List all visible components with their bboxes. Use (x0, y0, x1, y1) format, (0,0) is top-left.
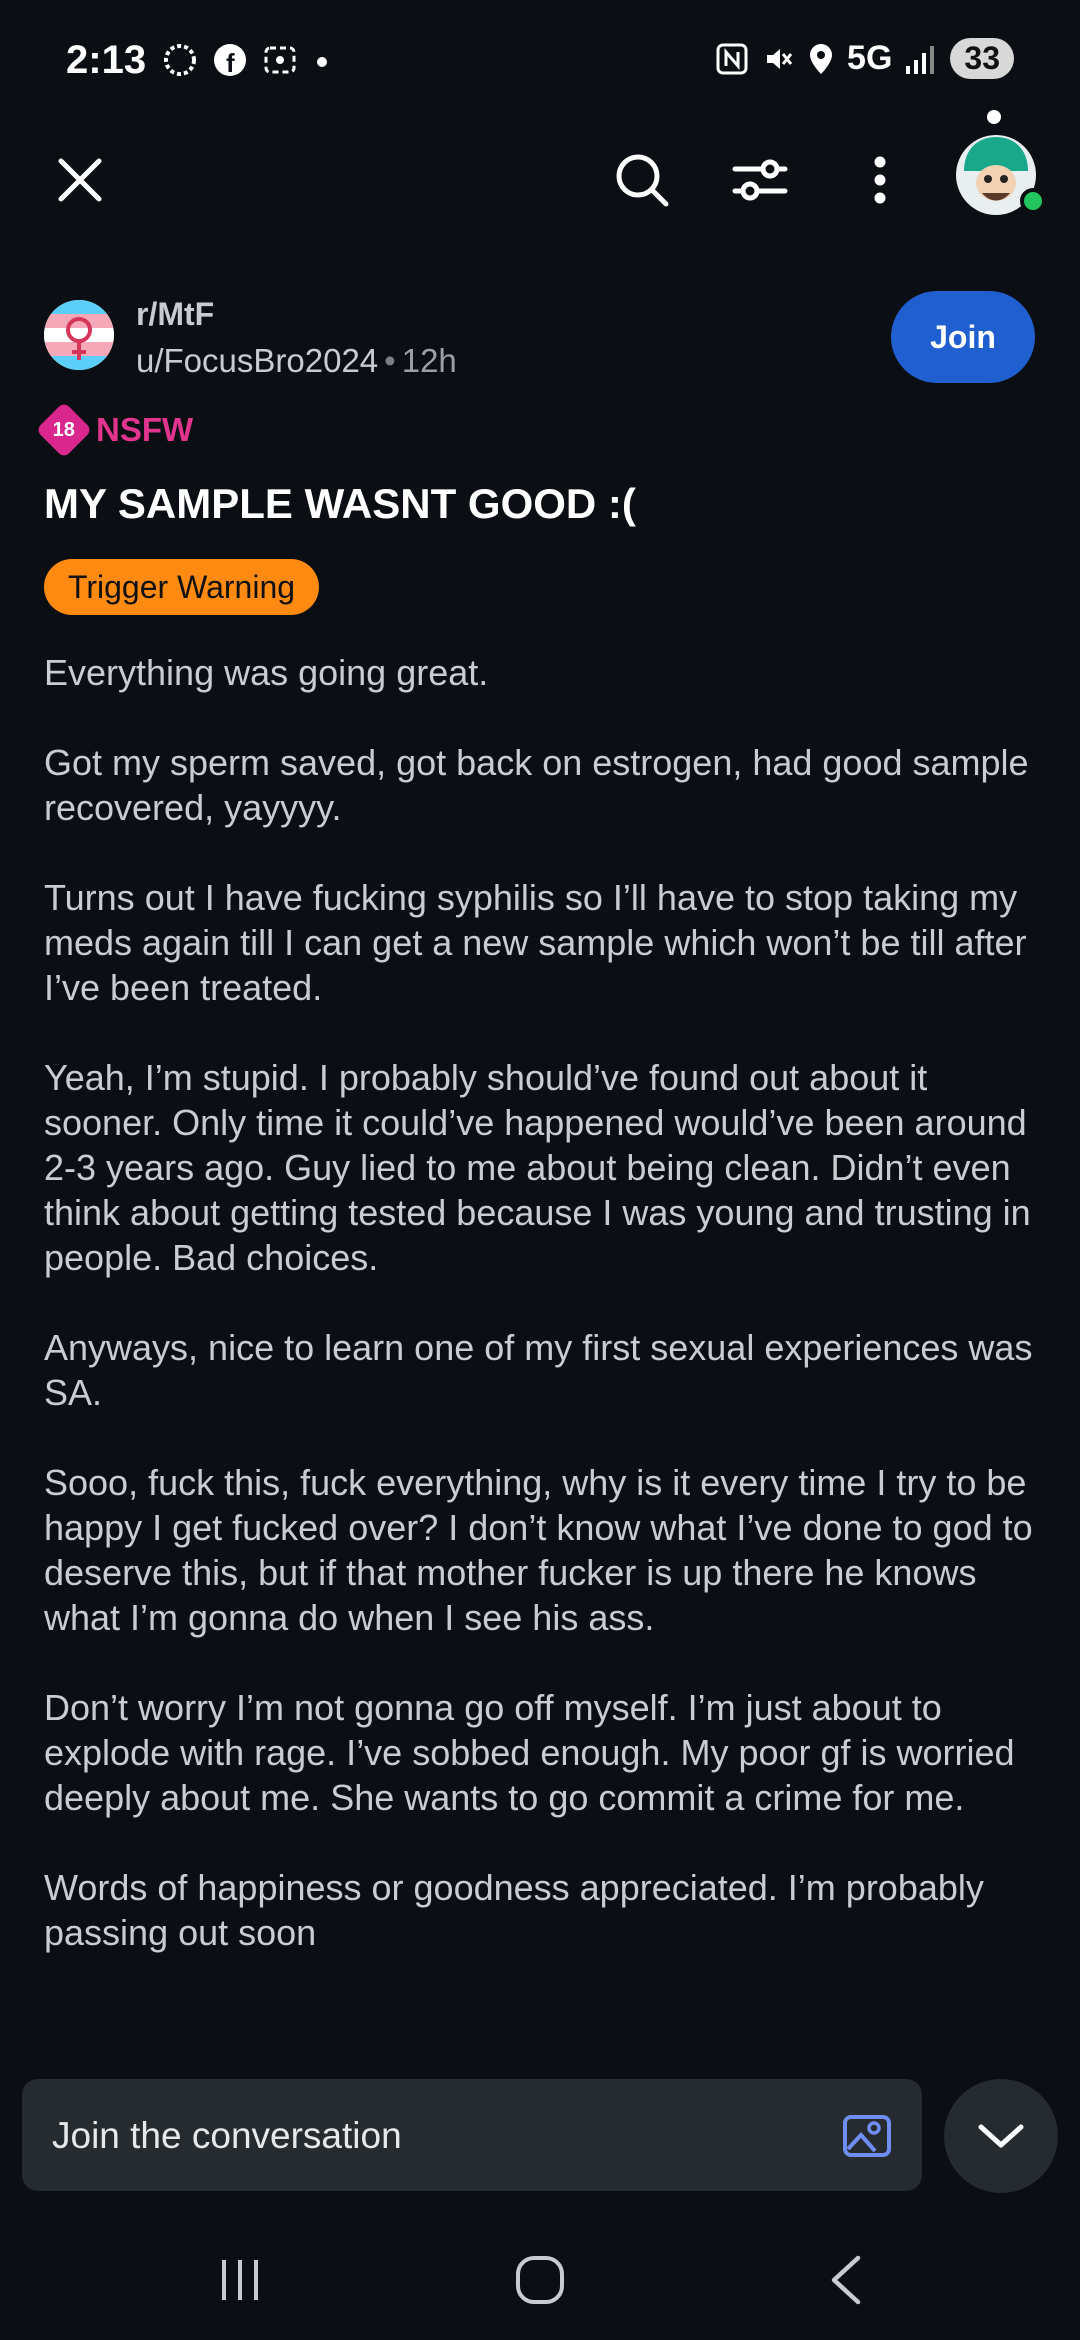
body-paragraph: Turns out I have fucking syphilis so I’l… (44, 877, 1027, 1008)
body-paragraph: Don’t worry I’m not gonna go off myself.… (44, 1687, 1015, 1818)
search-button[interactable] (602, 135, 682, 225)
body-paragraph: Everything was going great. (44, 652, 489, 693)
signal-icon (906, 45, 935, 74)
post-body: Everything was going great. Got my sperm… (44, 650, 1044, 2000)
composer-placeholder: Join the conversation (52, 2115, 402, 2156)
home-button[interactable] (500, 2240, 580, 2320)
recents-button[interactable] (200, 2240, 280, 2320)
back-button[interactable] (806, 2240, 886, 2320)
chat-bubble-icon (164, 44, 196, 76)
subreddit-name[interactable]: r/MtF (136, 296, 214, 333)
back-icon (831, 2255, 861, 2305)
network-label: 5G (847, 39, 893, 77)
battery-indicator: 33 (950, 38, 1014, 79)
more-icon (874, 156, 886, 204)
dot-icon (317, 57, 327, 67)
subreddit-avatar[interactable] (44, 300, 114, 370)
home-icon (516, 2256, 564, 2304)
body-paragraph: Words of happiness or goodness appreciat… (44, 1867, 984, 1953)
trans-flag-icon (44, 300, 114, 370)
join-button[interactable]: Join (891, 291, 1035, 383)
svg-text:f: f (226, 48, 235, 78)
avatar (956, 110, 1046, 215)
post-age: 12h (401, 342, 457, 379)
comment-composer[interactable]: Join the conversation (22, 2079, 922, 2191)
system-indicators: 5G 33 (715, 38, 1014, 79)
notification-icons: f (162, 42, 332, 78)
body-paragraph: Sooo, fuck this, fuck everything, why is… (44, 1462, 1033, 1638)
body-paragraph: Got my sperm saved, got back on estrogen… (44, 742, 1029, 828)
body-paragraph: Yeah, I’m stupid. I probably should’ve f… (44, 1057, 1031, 1278)
meta-separator: • (384, 342, 396, 379)
system-nav-bar (0, 2210, 1080, 2340)
author-name[interactable]: u/FocusBro2024 (136, 342, 378, 379)
chevron-down-icon (978, 2124, 1024, 2148)
post-flair[interactable]: Trigger Warning (44, 559, 320, 615)
body-paragraph: Anyways, nice to learn one of my first s… (44, 1327, 1033, 1413)
search-icon (616, 154, 669, 207)
nfc-icon (716, 43, 748, 74)
top-bar (0, 110, 1080, 240)
close-button[interactable] (40, 135, 120, 225)
collapse-button[interactable] (944, 2079, 1058, 2193)
nsfw-badge-icon: 18 (35, 401, 93, 459)
location-icon (810, 43, 833, 74)
post-title: MY SAMPLE WASNT GOOD :( (44, 480, 636, 527)
status-bar: 2:13 f 5G 33 (0, 0, 1080, 120)
post-meta: u/FocusBro2024 • 12h (136, 342, 457, 380)
nsfw-age: 18 (52, 418, 76, 441)
more-options-button[interactable] (840, 135, 920, 225)
facebook-icon: f (214, 44, 246, 78)
screenshot-icon (264, 46, 296, 74)
mute-icon (767, 48, 793, 69)
image-icon (843, 2115, 891, 2157)
nsfw-tag: 18 NSFW (35, 401, 194, 459)
nsfw-label: NSFW (96, 411, 194, 448)
recents-icon (222, 2260, 258, 2300)
add-image-button[interactable] (842, 2111, 892, 2166)
status-time: 2:13 (66, 38, 147, 82)
close-icon (58, 158, 102, 202)
filter-icon (732, 159, 788, 201)
profile-avatar-button[interactable] (952, 105, 1048, 225)
filter-button[interactable] (720, 135, 800, 225)
